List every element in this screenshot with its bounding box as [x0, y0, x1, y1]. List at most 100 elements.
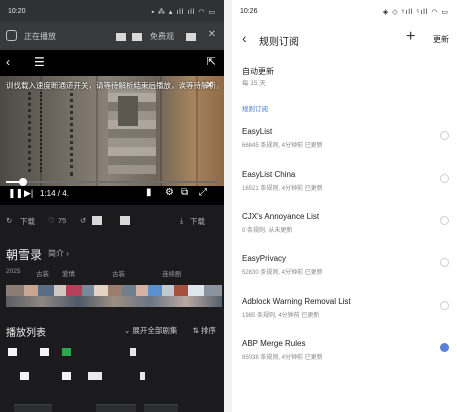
redacted-block: [120, 216, 130, 225]
rule-description: 0 条规则, 从未更新: [242, 228, 293, 234]
sort-button[interactable]: ⇅ 排序: [193, 325, 216, 336]
pause-icon[interactable]: ❚❚: [8, 188, 23, 199]
rule-row[interactable]: ABP Merge Rules 85038 条规则, 4分钟前 已更新: [232, 339, 457, 379]
meta-tag: 爱情: [62, 271, 75, 278]
status-icons: ◈ ◇ ⁵ıll ⁵ıll ◠ ▭: [382, 9, 449, 16]
share-icon[interactable]: ↻: [6, 216, 12, 225]
update-button[interactable]: 更新: [433, 34, 449, 45]
redacted-block: [186, 33, 196, 41]
progress-knob[interactable]: [18, 178, 27, 186]
comment-icon[interactable]: ↺: [80, 216, 86, 225]
download-label[interactable]: 下载: [20, 216, 35, 227]
section-label: 规则订阅: [242, 106, 268, 113]
progress-bar[interactable]: [6, 178, 218, 186]
episode-chip[interactable]: [130, 348, 136, 356]
radio-unselected[interactable]: [440, 174, 449, 183]
status-time: 10:20: [8, 8, 26, 15]
app-header: ‹ 规则订阅 + 更新: [232, 24, 457, 54]
rule-row[interactable]: EasyList China 16521 条规则, 4分钟前 已更新: [232, 170, 457, 210]
shield-icon: [6, 30, 17, 41]
settings-icon[interactable]: ⚙: [165, 187, 174, 198]
status-time: 10:26: [240, 8, 258, 15]
intro-link[interactable]: 简介 ›: [48, 248, 69, 259]
radio-unselected[interactable]: [440, 258, 449, 267]
radio-unselected[interactable]: [440, 131, 449, 140]
redacted-block: [132, 33, 142, 41]
playlist-heading: 播放列表: [6, 328, 46, 339]
chain-image: [70, 86, 82, 176]
download-label-2[interactable]: 下载: [190, 216, 205, 227]
danmaku-icon[interactable]: ▮: [146, 187, 152, 198]
rule-subscription-screen: 10:26 ◈ ◇ ⁵ıll ⁵ıll ◠ ▭ ‹ 规则订阅 + 更新 自动更新…: [232, 0, 457, 412]
rule-description: 66845 条规则, 4分钟前 已更新: [242, 143, 323, 149]
fullscreen-icon[interactable]: ⤢: [199, 187, 207, 198]
radio-unselected[interactable]: [440, 216, 449, 225]
player-topbar: ‹ ☰ ⇱: [0, 50, 224, 76]
episode-chip-active[interactable]: [62, 348, 71, 356]
rule-name: ABP Merge Rules: [242, 339, 306, 348]
episode-chip[interactable]: [88, 372, 102, 380]
episode-chip[interactable]: [140, 372, 145, 380]
redacted-block: [92, 216, 102, 225]
episode-row: [0, 348, 224, 362]
meta-tag: 古装: [36, 271, 49, 278]
rule-name: EasyPrivacy: [242, 254, 287, 263]
rule-row[interactable]: EasyList 66845 条规则, 4分钟前 已更新: [232, 127, 457, 167]
episode-chip[interactable]: [20, 372, 29, 380]
video-subtitle: 训伐载入速度断通道开关，请等待解析结束后播放，诶等待解析，请等待 秒钟。: [6, 81, 218, 90]
action-row: ↻ 下载 ♡ 75 ↺ ⤓ 下载: [0, 210, 224, 232]
back-icon[interactable]: ‹: [6, 55, 10, 69]
rule-description: 52830 条规则, 4分钟前 已更新: [242, 270, 323, 276]
intro-label: 简介: [48, 249, 64, 258]
like-icon[interactable]: ♡: [48, 216, 55, 225]
video-player[interactable]: ‹ ☰ ⇱ 训伐载入速度断通道开关，请等待解析结束后播放，诶等待解析，请等待 秒…: [0, 50, 224, 205]
chain-image: [28, 92, 42, 172]
auto-update-label[interactable]: 自动更新: [242, 66, 274, 77]
close-icon[interactable]: ✕: [206, 80, 214, 91]
player-controls: ❚❚ ▶| 1:14 / 4. ▮ ⚙ ⧉ ⤢: [0, 186, 224, 204]
free-watch-text: 免费观: [150, 32, 174, 41]
status-bar: 10:26 ◈ ◇ ⁵ıll ⁵ıll ◠ ▭: [232, 0, 457, 22]
rule-row[interactable]: EasyPrivacy 52830 条规则, 4分钟前 已更新: [232, 254, 457, 294]
bottom-button[interactable]: [144, 404, 178, 412]
expand-label: 展开全部剧集: [132, 326, 178, 335]
rule-description: 85038 条规则, 4分钟前 已更新: [242, 355, 323, 361]
meta-year: 2025: [6, 268, 21, 275]
meta-tag: 古装: [112, 271, 125, 278]
playback-time: 1:14 / 4.: [40, 189, 69, 198]
sort-label: 排序: [201, 326, 216, 335]
cast-icon[interactable]: ⧉: [181, 187, 188, 198]
video-frame[interactable]: [0, 76, 224, 186]
next-icon[interactable]: ▶|: [24, 188, 33, 199]
bottom-button[interactable]: [14, 404, 52, 412]
bottom-button[interactable]: [96, 404, 136, 412]
share-icon[interactable]: ⇱: [207, 55, 216, 68]
download-icon[interactable]: ⤓: [180, 216, 183, 226]
status-bar: 10:20 ▪ ⁂ ▴ ıll ıll ◠ ▭: [0, 0, 224, 22]
back-icon[interactable]: ‹: [242, 30, 247, 46]
page-title: 规则订阅: [259, 37, 299, 48]
auto-update-interval: 每 15 天: [242, 80, 266, 87]
episode-chip[interactable]: [8, 348, 17, 356]
meta-tag: 连续剧: [162, 271, 182, 278]
radio-unselected[interactable]: [440, 301, 449, 310]
show-title: 朝雪录: [6, 248, 43, 262]
rule-row[interactable]: Adblock Warning Removal List 1985 条规则, 4分…: [232, 297, 457, 337]
now-playing-banner[interactable]: 正在播放 免费观 ✕: [0, 22, 224, 50]
episode-chip[interactable]: [62, 372, 71, 380]
rule-description: 1985 条规则, 4分钟前 已更新: [242, 313, 320, 319]
rule-name: EasyList: [242, 127, 273, 136]
rule-description: 16521 条规则, 4分钟前 已更新: [242, 186, 323, 192]
close-icon[interactable]: ✕: [208, 29, 216, 40]
rule-name: EasyList China: [242, 170, 296, 179]
add-icon[interactable]: +: [406, 28, 415, 46]
redacted-block: [116, 33, 126, 41]
menu-icon[interactable]: ☰: [34, 55, 45, 69]
like-count: 75: [58, 216, 67, 225]
cast-strip-redacted: [6, 285, 222, 307]
expand-episodes-button[interactable]: ⌄ 展开全部剧集: [124, 325, 177, 336]
episode-row: [0, 372, 224, 386]
episode-chip[interactable]: [40, 348, 49, 356]
rule-row[interactable]: CJX's Annoyance List 0 条规则, 从未更新: [232, 212, 457, 252]
radio-selected[interactable]: [440, 343, 449, 352]
